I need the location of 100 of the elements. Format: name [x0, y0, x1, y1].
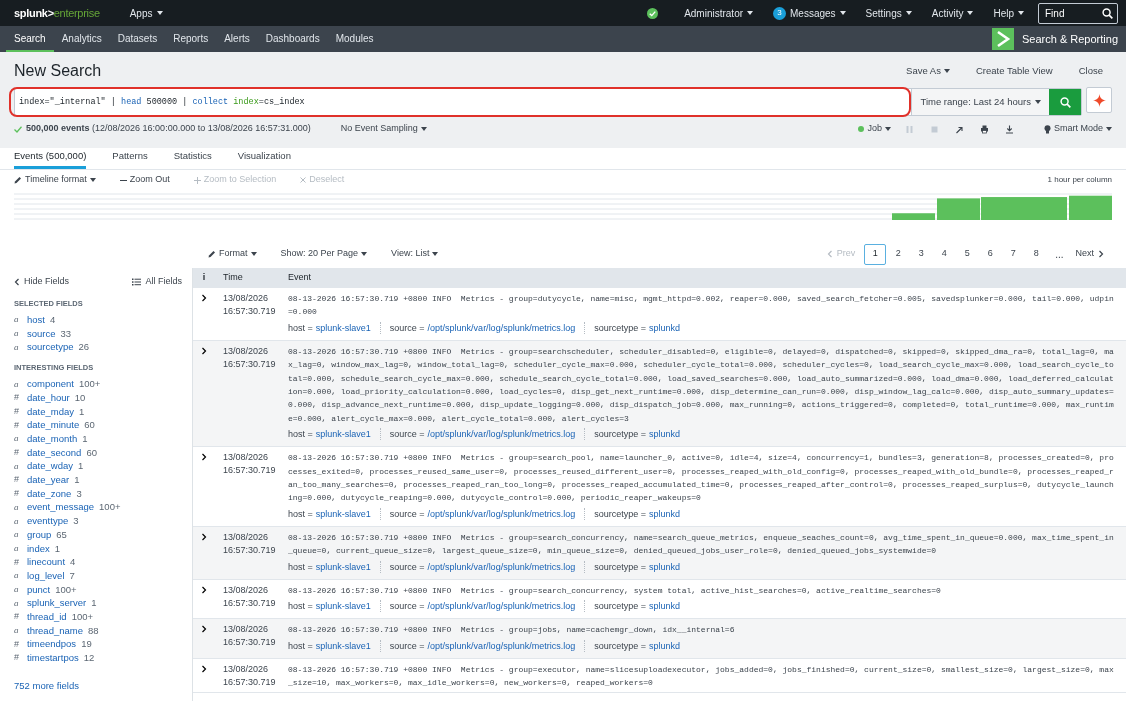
field-name[interactable]: timestartpos [27, 651, 79, 666]
page-size-menu[interactable]: Show: 20 Per Page [272, 247, 376, 261]
job-menu[interactable]: Job [852, 122, 897, 136]
field-name[interactable]: thread_id [27, 609, 67, 625]
page-link[interactable]: 6 [979, 243, 1002, 265]
expand-row-toggle[interactable] [201, 292, 207, 304]
field-name[interactable]: date_second [27, 445, 82, 460]
timeline-tool[interactable]: Timeline format [14, 173, 106, 187]
close-icon [300, 177, 307, 183]
field-value-link[interactable]: splunk-slave1 [315, 597, 371, 616]
nav-tab[interactable]: Reports [165, 26, 217, 52]
field-name[interactable]: splunk_server [27, 596, 87, 611]
search-button[interactable] [1049, 89, 1081, 115]
field-name[interactable]: linecount [27, 555, 66, 570]
header-menu[interactable]: 3 Messages [767, 5, 852, 21]
field-name[interactable]: date_month [27, 432, 78, 447]
apps-menu[interactable]: Apps [123, 5, 169, 21]
header-menu[interactable]: Activity [925, 5, 980, 21]
field-value-link[interactable]: splunk-slave1 [315, 504, 371, 523]
page-link[interactable]: 1 [864, 243, 887, 265]
field-value-link[interactable]: splunk-slave1 [315, 557, 371, 576]
nav-tab[interactable]: Analytics [53, 26, 110, 52]
search-mode-menu[interactable]: Smart Mode [1037, 122, 1118, 136]
header-menu[interactable]: Administrator [678, 5, 760, 21]
field-value-link[interactable]: splunkd [648, 557, 680, 576]
field-name[interactable]: date_minute [27, 418, 80, 433]
header-menu[interactable]: Help [987, 5, 1030, 21]
sampling-menu[interactable]: No Event Sampling [334, 122, 433, 136]
header-action[interactable]: Create Table View [970, 63, 1058, 79]
field-count: 3 [73, 514, 79, 529]
field-name[interactable]: date_year [27, 473, 70, 488]
field-name[interactable]: sourcetype [27, 340, 74, 355]
nav-tab[interactable]: Modules [327, 26, 382, 52]
field-name[interactable]: punct [27, 582, 51, 597]
field-value-link[interactable]: /opt/splunk/var/log/splunk/metrics.log [427, 636, 576, 655]
event-time: 16:57:30.719 [223, 675, 277, 689]
results-tab[interactable]: Visualization [237, 147, 291, 169]
field-value-link[interactable]: splunkd [648, 636, 680, 655]
page-link[interactable]: 5 [956, 243, 979, 265]
caret-icon [943, 69, 950, 73]
field-name[interactable]: group [27, 527, 52, 543]
field-name[interactable]: date_wday [27, 459, 73, 474]
field-value-link[interactable]: splunk-slave1 [315, 318, 371, 337]
field-name[interactable]: index [27, 541, 50, 556]
event-time: 16:57:30.719 [223, 357, 277, 371]
field-name[interactable]: date_mday [27, 404, 74, 419]
field-value-link[interactable]: splunkd [648, 425, 680, 444]
field-name[interactable]: eventtype [27, 514, 69, 529]
field-value-link[interactable]: splunkd [648, 504, 680, 523]
field-name[interactable]: event_message [27, 500, 95, 515]
caret-icon [967, 11, 974, 15]
field-name[interactable]: component [27, 377, 74, 392]
format-menu[interactable]: Format [200, 247, 265, 261]
header-action[interactable]: Close [1073, 63, 1108, 79]
field-count: 88 [88, 623, 99, 638]
field-value-link[interactable]: /opt/splunk/var/log/splunk/metrics.log [427, 504, 576, 523]
field-value-link[interactable]: /opt/splunk/var/log/splunk/metrics.log [427, 425, 576, 444]
nav-tab[interactable]: Datasets [109, 26, 166, 52]
view-menu[interactable]: View: List [383, 247, 447, 261]
field-value-link[interactable]: /opt/splunk/var/log/splunk/metrics.log [427, 597, 576, 616]
header-action[interactable]: Save As [901, 63, 955, 79]
field-value-link[interactable]: splunk-slave1 [315, 636, 371, 655]
field-value-link[interactable]: splunk-slave1 [315, 425, 371, 444]
hide-fields-link[interactable]: Hide Fields [14, 275, 70, 289]
field-count: 33 [60, 326, 72, 341]
find-field[interactable]: Find [1038, 2, 1118, 24]
field-value-link[interactable]: /opt/splunk/var/log/splunk/metrics.log [427, 318, 576, 337]
page-link[interactable]: 2 [887, 243, 910, 265]
chevron-right-icon [201, 625, 207, 634]
field-type-icon: a [14, 569, 22, 583]
timeline-tool[interactable]: Zoom Out [119, 173, 180, 187]
field-name[interactable]: log_level [27, 568, 65, 584]
field-name[interactable]: host [27, 312, 45, 328]
field-count: 10 [74, 390, 86, 405]
more-fields-link[interactable]: 752 more fields [14, 679, 79, 694]
field-name[interactable]: timeendpos [27, 637, 77, 652]
nav-tab[interactable]: Dashboards [257, 26, 328, 52]
next-page-link[interactable]: Next [1067, 247, 1112, 261]
assistant-button[interactable] [1086, 87, 1112, 113]
page-link[interactable]: 4 [933, 243, 956, 265]
field-name[interactable]: date_hour [27, 390, 70, 406]
field-name[interactable]: date_zone [27, 486, 72, 502]
event-time: 16:57:30.719 [223, 636, 277, 650]
page-link[interactable]: 7 [1002, 243, 1025, 265]
results-tab[interactable]: Statistics [173, 147, 212, 169]
field-value-link[interactable]: splunkd [648, 318, 680, 337]
field-count: 100+ [79, 377, 101, 392]
pencil-icon [14, 176, 22, 184]
field-value-link[interactable]: /opt/splunk/var/log/splunk/metrics.log [427, 557, 576, 576]
time-range-picker[interactable]: Time range: Last 24 hours [911, 89, 1049, 115]
results-tab[interactable]: Patterns [112, 147, 148, 169]
field-value-link[interactable]: splunkd [648, 597, 680, 616]
field-name[interactable]: thread_name [27, 623, 83, 638]
header-menu[interactable]: Settings [859, 5, 918, 21]
search-query-field[interactable]: index="_internal" | head 500000 | collect index=cs_index [9, 87, 912, 117]
all-fields-link[interactable]: All Fields [132, 275, 182, 289]
page-link[interactable]: 8 [1025, 243, 1048, 265]
field-name[interactable]: source [27, 326, 56, 341]
page-link[interactable]: 3 [910, 243, 933, 265]
nav-tab[interactable]: Alerts [216, 26, 258, 52]
